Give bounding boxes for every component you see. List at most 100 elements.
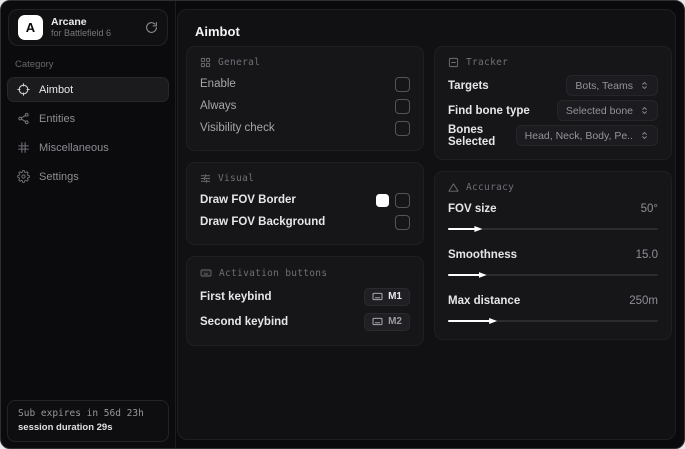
sidebar-nav: Aimbot Entities Miscellaneous Settings <box>1 77 175 189</box>
brand-name: Arcane <box>51 16 87 29</box>
visual-card: Visual Draw FOV Border Draw FOV Backgrou… <box>186 162 424 245</box>
setting-row-visibility-check: Visibility check <box>200 117 410 139</box>
accuracy-card-header: Accuracy <box>448 182 658 193</box>
minus-square-icon <box>448 57 459 68</box>
app-logo: A <box>18 15 43 40</box>
subscription-info: Sub expires in 56d 23h session duration … <box>7 400 169 442</box>
tracker-card: Tracker Targets Bots, Teams Find bone ty… <box>434 46 672 160</box>
sidebar-item-label: Entities <box>39 112 76 125</box>
setting-label: Smoothness <box>448 249 518 261</box>
slider-thumb[interactable] <box>474 225 483 233</box>
category-label: Category <box>15 59 54 70</box>
sidebar-item-label: Aimbot <box>39 83 74 96</box>
entities-icon <box>17 112 30 125</box>
setting-label: Second keybind <box>200 315 289 328</box>
slider-thumb[interactable] <box>478 271 487 279</box>
card-title: Accuracy <box>466 182 515 193</box>
refresh-icon[interactable] <box>145 21 158 34</box>
keybind-value: M2 <box>388 316 402 327</box>
always-checkbox[interactable] <box>395 98 410 114</box>
draw-fov-border-checkbox[interactable] <box>395 192 410 208</box>
setting-label: Always <box>200 100 237 112</box>
find-bone-type-select[interactable]: Selected bone <box>556 100 658 121</box>
sidebar-item-settings[interactable]: Settings <box>7 164 169 189</box>
setting-label: Find bone type <box>448 104 530 117</box>
tracker-card-header: Tracker <box>448 57 658 68</box>
activation-card-header: Activation buttons <box>200 267 410 279</box>
sidebar-item-label: Miscellaneous <box>39 141 109 154</box>
slider-thumb[interactable] <box>489 317 498 325</box>
visual-card-header: Visual <box>200 173 410 184</box>
setting-row-bones-selected: Bones Selected Head, Neck, Body, Pe.. <box>448 123 658 148</box>
setting-label: Visibility check <box>200 122 275 134</box>
sidebar-item-aimbot[interactable]: Aimbot <box>7 77 169 102</box>
keyboard-icon <box>372 292 383 301</box>
session-duration-text: session duration 29s <box>18 422 113 433</box>
setting-label: Max distance <box>448 295 521 307</box>
sliders-icon <box>200 173 211 184</box>
slider-value: 15.0 <box>635 249 658 261</box>
second-keybind-button[interactable]: M2 <box>364 312 410 331</box>
card-title: General <box>218 57 261 68</box>
smoothness-slider[interactable] <box>448 270 658 280</box>
slider-fill <box>448 225 483 233</box>
page-title: Aimbot <box>195 24 240 39</box>
visibility-check-checkbox[interactable] <box>395 120 410 136</box>
sidebar-item-miscellaneous[interactable]: Miscellaneous <box>7 135 169 160</box>
gear-icon <box>17 170 30 183</box>
setting-label: Bones Selected <box>448 123 496 148</box>
select-value: Head, Neck, Body, Pe.. <box>524 129 633 142</box>
smoothness-setting: Smoothness 15.0 <box>448 244 658 280</box>
right-column: Tracker Targets Bots, Teams Find bone ty… <box>434 46 672 351</box>
keyboard-icon <box>372 317 383 326</box>
unfold-icon <box>640 106 649 115</box>
setting-row-always: Always <box>200 95 410 117</box>
unfold-icon <box>640 81 649 90</box>
setting-row-enable: Enable <box>200 73 410 95</box>
slider-fill <box>448 317 498 325</box>
app-window: A Arcane for Battlefield 6 Category Aimb… <box>0 0 685 449</box>
setting-label: First keybind <box>200 290 272 303</box>
general-card: General Enable Always Visibility check <box>186 46 424 151</box>
activation-buttons-card: Activation buttons First keybind M1 Seco… <box>186 256 424 346</box>
sidebar-item-label: Settings <box>39 170 79 183</box>
miscellaneous-icon <box>17 141 30 154</box>
fov-border-color-swatch[interactable] <box>376 193 389 207</box>
bones-selected-select[interactable]: Head, Neck, Body, Pe.. <box>515 125 658 146</box>
setting-label: FOV size <box>448 203 497 215</box>
accuracy-card: Accuracy FOV size 50° Smoothness 15.0 Ma… <box>434 171 672 340</box>
unfold-icon <box>640 131 649 140</box>
fov-size-setting: FOV size 50° <box>448 198 658 234</box>
sub-expiry-text: Sub expires in 56d 23h <box>18 408 144 419</box>
setting-label: Draw FOV Border <box>200 194 296 206</box>
keybind-value: M1 <box>388 291 402 302</box>
brand-subtitle: for Battlefield 6 <box>51 28 112 39</box>
setting-label: Targets <box>448 79 489 92</box>
left-column: General Enable Always Visibility check V… <box>186 46 424 357</box>
first-keybind-button[interactable]: M1 <box>364 287 410 306</box>
setting-row-targets: Targets Bots, Teams <box>448 73 658 98</box>
card-title: Visual <box>218 173 255 184</box>
sidebar-item-entities[interactable]: Entities <box>7 106 169 131</box>
setting-row-second-keybind: Second keybind M2 <box>200 309 410 334</box>
slider-value: 50° <box>640 203 658 215</box>
setting-label: Draw FOV Background <box>200 216 326 228</box>
keyboard-icon <box>200 267 212 279</box>
setting-row-first-keybind: First keybind M1 <box>200 284 410 309</box>
targets-select[interactable]: Bots, Teams <box>566 75 658 96</box>
sidebar: A Arcane for Battlefield 6 Category Aimb… <box>1 1 176 448</box>
enable-checkbox[interactable] <box>395 76 410 92</box>
draw-fov-background-checkbox[interactable] <box>395 214 410 230</box>
max-distance-slider[interactable] <box>448 316 658 326</box>
card-title: Activation buttons <box>219 267 328 279</box>
slider-value: 250m <box>629 295 658 307</box>
triangle-icon <box>448 182 459 193</box>
fov-size-slider[interactable] <box>448 224 658 234</box>
setting-row-draw-fov-background: Draw FOV Background <box>200 211 410 233</box>
max-distance-setting: Max distance 250m <box>448 290 658 326</box>
setting-row-draw-fov-border: Draw FOV Border <box>200 189 410 211</box>
main-panel: Aimbot General Enable Always Visibility … <box>177 9 676 440</box>
grid-icon <box>200 57 211 68</box>
brand-text: Arcane for Battlefield 6 <box>51 16 111 38</box>
select-value: Selected bone <box>565 104 633 117</box>
